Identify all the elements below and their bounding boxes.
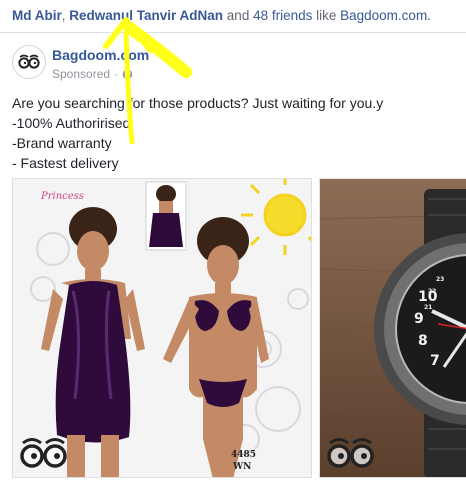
sponsored-label[interactable]: Sponsored xyxy=(52,67,110,81)
page-name-link[interactable]: Bagdoom.com xyxy=(52,47,149,63)
product-code: 4485 xyxy=(231,450,256,460)
friend-link-1[interactable]: Md Abir xyxy=(12,8,62,23)
post-text-line: - Fastest delivery xyxy=(12,155,119,171)
bagdoom-logo-icon xyxy=(18,54,40,69)
bagdoom-watermark-icon xyxy=(327,438,374,468)
carousel-card-2[interactable]: 10 9 8 7 23 22 21 xyxy=(319,178,466,478)
product-carousel[interactable]: Princess 4485 WN 10 9 8 7 23 22 21 xyxy=(12,178,466,478)
header-divider xyxy=(0,32,466,33)
brand-script: Princess xyxy=(40,191,84,202)
page-avatar[interactable] xyxy=(12,45,46,79)
watch-number: 9 xyxy=(414,311,424,327)
watch-number: 22 xyxy=(428,288,436,295)
friend-link-2[interactable]: Redwanul Tanvir AdNan xyxy=(69,8,223,23)
page-link[interactable]: Bagdoom.com. xyxy=(340,8,431,23)
friends-count-link[interactable]: 48 friends xyxy=(253,8,312,23)
product-size: WN xyxy=(232,462,251,472)
bagdoom-watermark-icon xyxy=(20,438,67,468)
post-text-line: Are you searching for those products? Ju… xyxy=(12,95,384,111)
product-photo-watch: 10 9 8 7 23 22 21 xyxy=(320,179,466,477)
sponsored-row: Sponsored · xyxy=(52,67,133,81)
like-text: like xyxy=(312,8,341,23)
watch-number: 8 xyxy=(418,333,428,349)
carousel-card-1[interactable]: Princess 4485 WN xyxy=(12,178,312,478)
watch-number: 23 xyxy=(436,276,444,283)
meta-dot: · xyxy=(114,67,119,81)
post-text-line: -100% Authorirised xyxy=(12,115,131,131)
watch-number: 7 xyxy=(430,353,440,369)
watch-number: 21 xyxy=(424,304,432,311)
connector-text: and xyxy=(223,8,254,23)
social-context-line: Md Abir, Redwanul Tanvir AdNan and 48 fr… xyxy=(12,8,431,23)
globe-icon[interactable] xyxy=(122,69,133,80)
product-photo-lingerie: Princess 4485 WN xyxy=(13,179,311,477)
post-text-line: -Brand warranty xyxy=(12,135,112,151)
post-text: Are you searching for those products? Ju… xyxy=(12,93,383,173)
